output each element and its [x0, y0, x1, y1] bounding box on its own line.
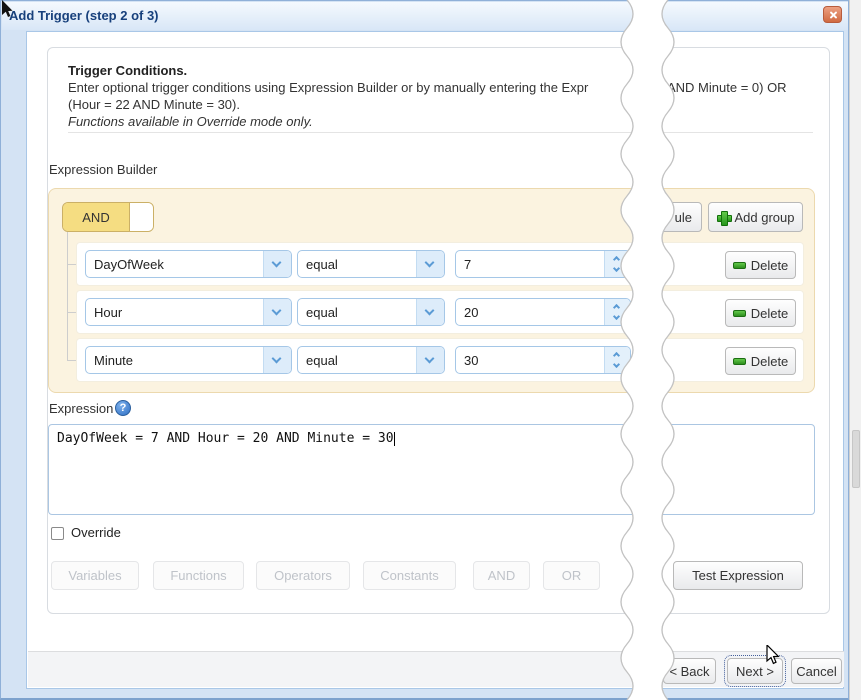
help-icon[interactable]: ? — [115, 400, 131, 416]
rule-row: Minute equal 30 Dele — [76, 338, 804, 382]
cancel-button[interactable]: Cancel — [791, 658, 842, 684]
trigger-conditions-section: Trigger Conditions. Enter optional trigg… — [47, 47, 830, 614]
expression-textarea[interactable]: DayOfWeek = 7 AND Hour = 20 AND Minute =… — [48, 424, 815, 515]
page-scrollbar-thumb[interactable] — [852, 430, 860, 488]
minus-icon — [733, 262, 746, 269]
spinner-arrows-icon[interactable] — [604, 251, 630, 277]
operators-button[interactable]: Operators — [256, 561, 350, 590]
rule-row: DayOfWeek equal 7 De — [76, 242, 804, 286]
chevron-down-icon — [416, 251, 444, 277]
delete-rule-label: Delete — [751, 306, 789, 321]
or-button[interactable]: OR — [543, 561, 600, 590]
dialog-titlebar[interactable]: Add Trigger (step 2 of 3) — [2, 2, 848, 30]
value-spinner[interactable]: 30 — [455, 346, 631, 374]
tree-connector-stub — [67, 264, 76, 265]
operator-select[interactable]: equal — [297, 250, 445, 278]
instructions-separator — [68, 132, 813, 133]
value-spinner[interactable]: 7 — [455, 250, 631, 278]
delete-rule-button[interactable]: Delete — [725, 251, 796, 279]
add-rule-button-fragment[interactable]: ule — [640, 202, 702, 232]
next-label: Next > — [736, 664, 774, 679]
value-spinner-value: 7 — [464, 257, 471, 272]
group-operator-toggle[interactable]: AND — [62, 202, 154, 232]
field-select[interactable]: DayOfWeek — [85, 250, 292, 278]
field-select-value: DayOfWeek — [94, 257, 164, 272]
dialog-content: Trigger Conditions. Enter optional trigg… — [26, 31, 844, 689]
text-caret — [394, 432, 395, 446]
chevron-down-icon — [416, 299, 444, 325]
delete-rule-label: Delete — [751, 258, 789, 273]
operator-select[interactable]: equal — [297, 298, 445, 326]
minus-icon — [733, 358, 746, 365]
group-operator-or-slot[interactable] — [129, 203, 153, 231]
tree-connector-stub — [67, 360, 76, 361]
back-label: < Back — [669, 664, 709, 679]
tree-connector-stub — [67, 312, 76, 313]
constants-button[interactable]: Constants — [363, 561, 456, 590]
expression-builder-panel: AND DayOfWeek equal — [48, 188, 815, 393]
field-select[interactable]: Hour — [85, 298, 292, 326]
instructions-line2-left: Enter optional trigger conditions using … — [68, 80, 588, 95]
expression-builder-label: Expression Builder — [49, 162, 157, 177]
chevron-down-icon — [263, 251, 291, 277]
add-group-label: Add group — [735, 210, 795, 225]
instructions-line3: (Hour = 22 AND Minute = 30). — [68, 97, 240, 112]
close-icon — [828, 10, 837, 19]
spinner-arrows-icon[interactable] — [604, 299, 630, 325]
back-button[interactable]: < Back — [663, 658, 716, 684]
override-label: Override — [71, 525, 121, 540]
minus-icon — [733, 310, 746, 317]
functions-label: Functions — [170, 568, 226, 583]
functions-button[interactable]: Functions — [153, 561, 244, 590]
rule-row: Hour equal 20 Delete — [76, 290, 804, 334]
and-button[interactable]: AND — [473, 561, 530, 590]
constants-label: Constants — [380, 568, 439, 583]
delete-rule-button[interactable]: Delete — [725, 299, 796, 327]
add-group-button[interactable]: Add group — [708, 202, 803, 232]
test-expression-label: Test Expression — [692, 568, 784, 583]
operator-select-value: equal — [306, 305, 338, 320]
override-checkbox[interactable] — [51, 527, 64, 540]
operator-select-value: equal — [306, 257, 338, 272]
delete-rule-button[interactable]: Delete — [725, 347, 796, 375]
expression-label: Expression — [49, 401, 113, 416]
operator-select[interactable]: equal — [297, 346, 445, 374]
page-scrollbar[interactable] — [849, 0, 861, 700]
tree-connector-vertical — [67, 232, 68, 360]
next-button[interactable]: Next > — [727, 658, 783, 684]
chevron-down-icon — [416, 347, 444, 373]
dialog-title: Add Trigger (step 2 of 3) — [9, 8, 159, 23]
variables-label: Variables — [68, 568, 121, 583]
add-rule-label-fragment: ule — [675, 210, 692, 225]
value-spinner[interactable]: 20 — [455, 298, 631, 326]
test-expression-button[interactable]: Test Expression — [673, 561, 803, 590]
value-spinner-value: 30 — [464, 353, 478, 368]
instructions-line4: Functions available in Override mode onl… — [68, 114, 313, 129]
group-operator-and[interactable]: AND — [63, 203, 129, 231]
instructions-line2-right: AND Minute = 0) OR — [667, 80, 787, 95]
field-select[interactable]: Minute — [85, 346, 292, 374]
field-select-value: Minute — [94, 353, 133, 368]
operator-select-value: equal — [306, 353, 338, 368]
field-select-value: Hour — [94, 305, 122, 320]
close-button[interactable] — [823, 6, 842, 23]
cancel-label: Cancel — [796, 664, 836, 679]
add-trigger-dialog: Add Trigger (step 2 of 3) Trigger Condit… — [0, 0, 849, 700]
spinner-arrows-icon[interactable] — [604, 347, 630, 373]
instructions-heading: Trigger Conditions. — [68, 63, 187, 78]
and-label: AND — [488, 568, 515, 583]
delete-rule-label: Delete — [751, 354, 789, 369]
operators-label: Operators — [274, 568, 332, 583]
dialog-footer: < Back Next > Cancel — [28, 651, 844, 687]
variables-button[interactable]: Variables — [51, 561, 139, 590]
or-label: OR — [562, 568, 582, 583]
plus-icon — [717, 211, 730, 224]
chevron-down-icon — [263, 299, 291, 325]
screenshot-stage: Add Trigger (step 2 of 3) Trigger Condit… — [0, 0, 861, 700]
value-spinner-value: 20 — [464, 305, 478, 320]
chevron-down-icon — [263, 347, 291, 373]
expression-text: DayOfWeek = 7 AND Hour = 20 AND Minute =… — [57, 431, 394, 446]
